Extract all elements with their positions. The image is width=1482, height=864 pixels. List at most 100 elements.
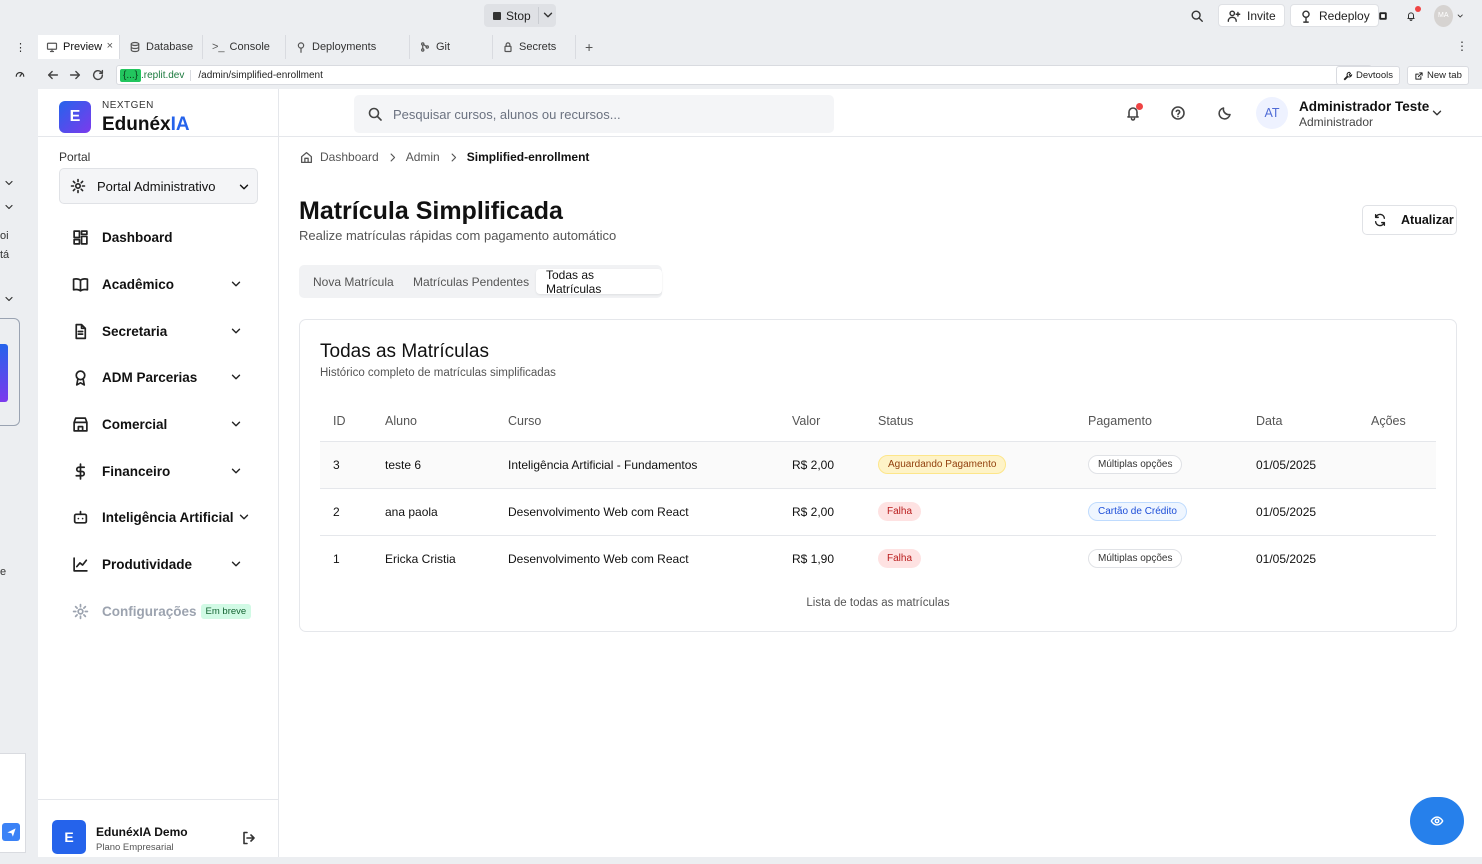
- chevron-right-icon: [390, 153, 395, 161]
- refresh-button[interactable]: Atualizar: [1362, 205, 1457, 235]
- sidebar-item-adm-parcerias[interactable]: ADM Parcerias: [59, 361, 258, 393]
- tab-matriculas-pendentes[interactable]: Matrículas Pendentes: [403, 269, 539, 294]
- sidebar-item-produtividade[interactable]: Produtividade: [59, 548, 258, 580]
- chevron-down-icon: [231, 421, 241, 427]
- tab-label: Console: [229, 41, 270, 53]
- search-icon[interactable]: [1190, 4, 1210, 27]
- sidebar-item-label: Secretaria: [102, 323, 168, 339]
- deploy-icon: [297, 42, 305, 53]
- home-icon[interactable]: [300, 151, 313, 164]
- chevron-down-icon[interactable]: [3, 177, 15, 189]
- chevron-down-icon: [239, 184, 249, 190]
- status-badge: Falha: [878, 502, 922, 521]
- coming-soon-badge: Em breve: [200, 603, 252, 619]
- new-tab-plus-icon[interactable]: +: [577, 35, 599, 59]
- stop-button[interactable]: Stop: [484, 4, 556, 27]
- tab-console[interactable]: >_ Console: [204, 35, 286, 59]
- portal-select[interactable]: Portal Administrativo: [59, 168, 258, 204]
- table-caption: Lista de todas as matrículas: [806, 597, 950, 609]
- sidebar-item-secretaria[interactable]: Secretaria: [59, 315, 258, 347]
- forward-arrow-icon[interactable]: [68, 68, 82, 82]
- tab-nova-matricula[interactable]: Nova Matrícula: [303, 269, 404, 294]
- column-header-pagamento: Pagamento: [1088, 414, 1152, 428]
- cell-aluno: teste 6: [385, 458, 422, 472]
- tab-deployments[interactable]: Deployments: [287, 35, 410, 59]
- bell-icon[interactable]: [1406, 4, 1422, 27]
- close-icon[interactable]: ×: [107, 40, 113, 52]
- cell-data: 01/05/2025: [1256, 552, 1317, 566]
- stop-icon: [493, 11, 501, 20]
- redeploy-button[interactable]: Redeploy: [1290, 4, 1379, 27]
- moon-icon[interactable]: [1217, 105, 1233, 121]
- sidebar-item-label: Financeiro: [102, 463, 171, 479]
- chevron-down-icon[interactable]: [3, 293, 15, 305]
- table-row[interactable]: 3 teste 6 Inteligência Artificial - Fund…: [320, 442, 1436, 488]
- payment-badge: Múltiplas opções: [1088, 455, 1183, 474]
- page-subtitle: Realize matrículas rápidas com pagamento…: [299, 228, 617, 243]
- text-snippet: e: [0, 566, 7, 578]
- ide-tab-bar: Preview × Database >_ Console Deployment…: [38, 35, 1482, 59]
- breadcrumb-admin[interactable]: Admin: [406, 150, 440, 164]
- sidebar-item-financeiro[interactable]: Financeiro: [59, 455, 258, 487]
- cell-curso: Desenvolvimento Web com React: [508, 552, 689, 566]
- sidebar-item-inteligencia-artificial[interactable]: Inteligência Artificial: [59, 501, 258, 533]
- user-card: E EdunéxIA Demo Plano Empresarial: [38, 799, 278, 857]
- sidebar-item-label: Produtividade: [102, 556, 193, 572]
- url-path: /admin/simplified-enrollment: [190, 69, 323, 81]
- devtools-button[interactable]: Devtools: [1336, 66, 1400, 85]
- help-icon[interactable]: [1170, 105, 1186, 121]
- gauge-icon[interactable]: [14, 68, 26, 80]
- column-header-data: Data: [1256, 414, 1283, 428]
- table-row[interactable]: 2 ana paola Desenvolvimento Web com Reac…: [320, 489, 1436, 535]
- brand-logo[interactable]: E NEXTGEN EdunéxIA: [38, 89, 278, 137]
- header-user-name[interactable]: Administrador Teste: [1299, 99, 1429, 114]
- enrollment-tabs: Nova Matrícula Matrículas Pendentes Toda…: [299, 265, 662, 298]
- cell-valor: R$ 2,00: [792, 458, 835, 472]
- send-icon[interactable]: [2, 823, 20, 841]
- column-header-status: Status: [878, 414, 914, 428]
- column-header-curso: Curso: [508, 414, 542, 428]
- chevron-down-icon[interactable]: [3, 201, 15, 213]
- new-tab-button[interactable]: New tab: [1407, 66, 1469, 85]
- chevron-down-icon: [231, 281, 241, 287]
- host-badge: {...}: [120, 68, 142, 82]
- table-row[interactable]: 1 Ericka Cristia Desenvolvimento Web com…: [320, 536, 1436, 582]
- reload-icon[interactable]: [91, 68, 105, 82]
- panel-toggle-icon[interactable]: [1378, 4, 1394, 27]
- sidebar-item-comercial[interactable]: Comercial: [59, 408, 258, 440]
- chevron-down-icon[interactable]: [1430, 106, 1444, 120]
- more-icon[interactable]: ⋮: [15, 41, 26, 54]
- tab-database[interactable]: Database: [121, 35, 203, 59]
- cell-aluno: ana paola: [385, 505, 438, 519]
- tab-secrets[interactable]: Secrets: [494, 35, 576, 59]
- dashboard-icon: [73, 229, 88, 245]
- cell-curso: Inteligência Artificial - Fundamentos: [508, 458, 698, 472]
- cell-id: 3: [333, 458, 340, 472]
- chevron-down-icon: [1457, 14, 1463, 17]
- column-header-acoes: Ações: [1371, 414, 1406, 428]
- logout-icon[interactable]: [241, 830, 257, 846]
- app-preview: E NEXTGEN EdunéxIA Portal Portal Adminis…: [38, 89, 1482, 857]
- chevron-down-icon[interactable]: [541, 8, 555, 22]
- tab-preview[interactable]: Preview ×: [38, 35, 120, 59]
- gear-icon: [70, 178, 86, 194]
- sidebar-item-dashboard[interactable]: Dashboard: [59, 221, 258, 253]
- floating-action-button[interactable]: [1410, 797, 1464, 845]
- invite-button[interactable]: Invite: [1218, 4, 1285, 27]
- sidebar-item-configuracoes: Configurações Em breve: [59, 595, 258, 627]
- back-arrow-icon[interactable]: [46, 68, 60, 82]
- portal-select-value: Portal Administrativo: [97, 178, 216, 194]
- search-input[interactable]: Pesquisar cursos, alunos ou recursos...: [354, 95, 834, 133]
- url-field[interactable]: {...} .replit.dev /admin/simplified-enro…: [116, 65, 1372, 85]
- sidebar-item-academico[interactable]: Acadêmico: [59, 268, 258, 300]
- cell-valor: R$ 1,90: [792, 552, 835, 566]
- tab-todas-matriculas[interactable]: Todas as Matrículas: [536, 268, 662, 296]
- cell-data: 01/05/2025: [1256, 505, 1317, 519]
- column-header-id: ID: [333, 414, 346, 428]
- account-menu[interactable]: MA: [1434, 4, 1470, 27]
- invite-label: Invite: [1247, 8, 1276, 23]
- avatar[interactable]: AT: [1256, 97, 1288, 129]
- tab-git[interactable]: Git: [411, 35, 493, 59]
- more-icon[interactable]: ⋮: [1456, 39, 1468, 53]
- breadcrumb-dashboard[interactable]: Dashboard: [320, 150, 379, 164]
